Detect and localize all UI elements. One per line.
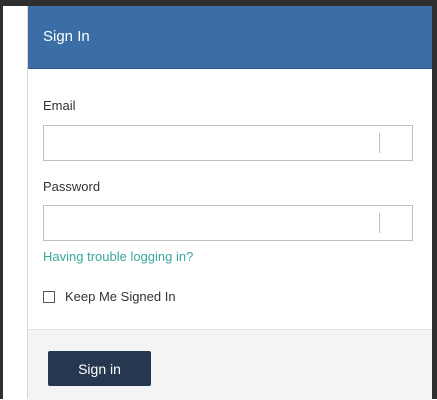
panel-footer: Sign in <box>28 329 432 400</box>
keep-signed-in-checkbox[interactable] <box>43 291 55 303</box>
password-field-divider <box>379 213 380 233</box>
panel-header: Sign In <box>28 6 432 69</box>
frame-edge-left <box>0 0 3 399</box>
password-label: Password <box>43 179 101 194</box>
keep-signed-in-label: Keep Me Signed In <box>65 289 176 304</box>
email-label: Email <box>43 98 76 113</box>
trouble-logging-in-link[interactable]: Having trouble logging in? <box>43 249 193 265</box>
sign-in-button[interactable]: Sign in <box>48 351 151 386</box>
email-field[interactable] <box>43 125 413 161</box>
window-frame: Sign In Email Password Having trouble lo… <box>0 0 437 400</box>
password-field[interactable] <box>43 205 413 241</box>
panel-title: Sign In <box>43 28 90 45</box>
signin-panel: Sign In Email Password Having trouble lo… <box>27 6 432 400</box>
email-field-divider <box>379 133 380 153</box>
frame-edge-right <box>432 0 437 399</box>
